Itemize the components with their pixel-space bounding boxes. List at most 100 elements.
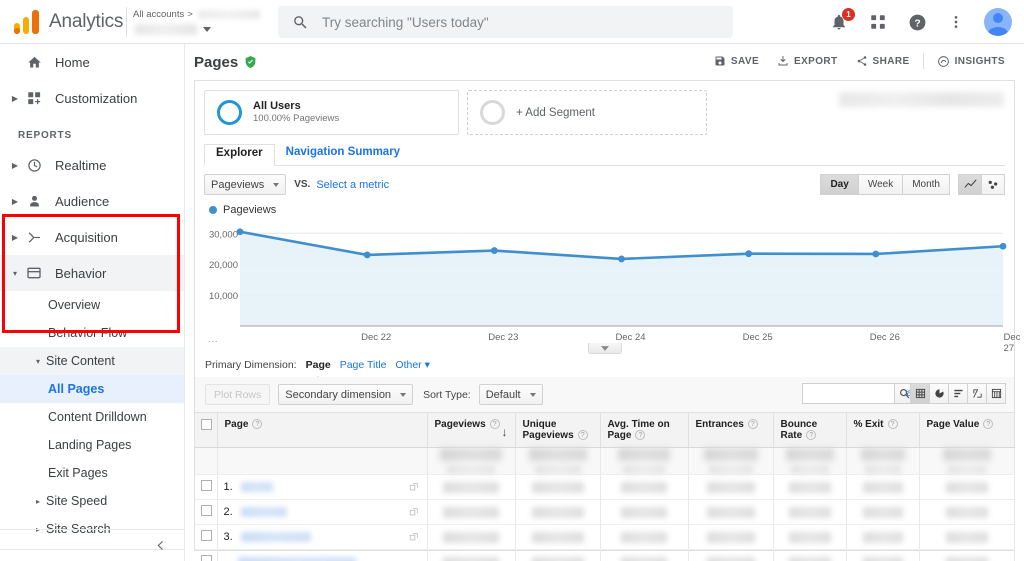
table-row[interactable]: 1. [195, 474, 1015, 500]
pivot-view-icon[interactable] [986, 383, 1006, 404]
tab-explorer[interactable]: Explorer [204, 144, 275, 166]
date-range-redacted[interactable] [839, 92, 1004, 107]
avatar[interactable] [984, 8, 1012, 36]
shield-check-icon [245, 56, 256, 68]
column-header-unique-pageviews[interactable]: Unique Pageviews? [515, 413, 601, 448]
granularity-day[interactable]: Day [820, 174, 859, 195]
sidebar-collapse-button[interactable] [0, 529, 184, 561]
pageviews-line-chart[interactable]: 10,000 20,000 30,000 [204, 218, 1007, 330]
sidebar-item-behavior-flow[interactable]: Behavior Flow [0, 319, 184, 347]
segment-all-users[interactable]: All Users 100.00% Pageviews [204, 90, 459, 135]
help-icon[interactable]: ? [906, 11, 928, 33]
scatter-plot-icon[interactable] [981, 174, 1005, 195]
all-accounts-label: All accounts [133, 8, 185, 20]
insights-button[interactable]: INSIGHTS [928, 55, 1014, 68]
analytics-logo[interactable]: Analytics [0, 9, 126, 34]
primary-dimension-page-title[interactable]: Page Title [340, 359, 387, 371]
help-icon[interactable]: ? [983, 419, 994, 430]
metric-dropdown[interactable]: Pageviews [204, 174, 287, 195]
row-unique-pageviews-cell [515, 474, 601, 500]
help-icon[interactable]: ? [887, 419, 898, 430]
help-icon[interactable]: ? [806, 430, 817, 441]
export-button[interactable]: EXPORT [768, 55, 847, 67]
column-header-entrances[interactable]: Entrances? [688, 413, 774, 448]
table-header-row: Page? Pageviews? ↓ Unique Pageviews? Avg… [195, 413, 1015, 448]
line-chart-icon[interactable] [958, 174, 982, 195]
row-checkbox[interactable] [201, 555, 212, 561]
sidebar-item-all-pages[interactable]: All Pages [0, 375, 184, 403]
sidebar-item-behavior[interactable]: ▾ Behavior [0, 255, 184, 291]
external-link-icon[interactable] [409, 507, 419, 517]
table-search-input[interactable] [802, 383, 894, 404]
row-entrances-cell [688, 499, 774, 525]
sidebar-item-overview[interactable]: Overview [0, 291, 184, 319]
sidebar-item-audience[interactable]: ▶ Audience [0, 183, 184, 219]
help-icon[interactable]: ? [489, 419, 500, 430]
granularity-week[interactable]: Week [857, 174, 904, 195]
row-checkbox[interactable] [201, 480, 212, 491]
sidebar-item-realtime[interactable]: ▶ Realtime [0, 147, 184, 183]
column-header-percent-exit[interactable]: % Exit? [846, 413, 920, 448]
sidebar-item-acquisition[interactable]: ▶ Acquisition [0, 219, 184, 255]
row-page-cell[interactable]: 2. [217, 499, 428, 525]
sidebar-item-exit-pages[interactable]: Exit Pages [0, 459, 184, 487]
summary-bounce-rate-cell [773, 447, 847, 475]
column-header-page-value[interactable]: Page Value? [919, 413, 1015, 448]
chevron-down-icon[interactable] [203, 26, 211, 32]
row-checkbox[interactable] [201, 505, 212, 516]
sidebar-group-site-speed[interactable]: ▸ Site Speed [0, 487, 184, 515]
table-row[interactable] [195, 549, 1015, 561]
page-path-redacted[interactable] [240, 482, 273, 493]
sidebar-item-customization[interactable]: ▶ Customization [0, 80, 184, 116]
apps-grid-icon[interactable] [867, 11, 889, 33]
bar-chart-view-icon[interactable] [948, 383, 968, 404]
sidebar-item-label: Audience [55, 193, 110, 209]
row-checkbox[interactable] [201, 530, 212, 541]
performance-view-icon[interactable] [967, 383, 987, 404]
more-vert-icon[interactable] [945, 11, 967, 33]
sidebar-item-content-drilldown[interactable]: Content Drilldown [0, 403, 184, 431]
save-button[interactable]: SAVE [705, 55, 768, 67]
sort-type-dropdown[interactable]: Default [478, 384, 543, 405]
analytics-bars-icon [14, 9, 40, 34]
external-link-icon[interactable] [409, 532, 419, 542]
row-page-cell[interactable]: 3. [217, 524, 428, 550]
primary-dimension-other[interactable]: Other ▾ [395, 359, 429, 371]
column-header-avg-time-on-page[interactable]: Avg. Time on Page? [600, 413, 689, 448]
page-path-redacted[interactable] [240, 532, 311, 543]
help-icon[interactable]: ? [577, 430, 588, 441]
summary-pageviews-cell [427, 447, 516, 475]
column-header-pageviews[interactable]: Pageviews? ↓ [427, 413, 516, 448]
row-bounce-rate-cell [773, 474, 847, 500]
column-header-page[interactable]: Page? [217, 413, 428, 448]
add-segment-button[interactable]: + Add Segment [467, 90, 707, 135]
chart-canvas: 10,000 20,000 30,000 [209, 224, 1007, 327]
primary-dimension-page[interactable]: Page [306, 359, 331, 380]
sidebar-item-landing-pages[interactable]: Landing Pages [0, 431, 184, 459]
external-link-icon[interactable] [409, 482, 419, 492]
row-page-cell[interactable] [217, 549, 428, 561]
share-button[interactable]: SHARE [847, 55, 919, 67]
sidebar-group-site-content[interactable]: ▾ Site Content [0, 347, 184, 375]
row-page-cell[interactable]: 1. [217, 474, 428, 500]
select-metric-link[interactable]: Select a metric [316, 179, 389, 191]
page-path-redacted[interactable] [240, 507, 287, 518]
help-icon[interactable]: ? [635, 430, 646, 441]
page-path-redacted[interactable] [237, 557, 356, 561]
help-icon[interactable]: ? [747, 419, 758, 430]
help-icon[interactable]: ? [252, 419, 263, 430]
account-selector[interactable]: All accounts > [126, 6, 261, 37]
table-row[interactable]: 3. [195, 524, 1015, 550]
search-input[interactable]: Try searching "Users today" [322, 15, 489, 30]
select-all-checkbox[interactable] [201, 419, 212, 430]
global-search-bar[interactable]: Try searching "Users today" [278, 6, 733, 38]
tab-navigation-summary[interactable]: Navigation Summary [275, 144, 411, 165]
sidebar-item-home[interactable]: Home [0, 44, 184, 80]
notifications-icon[interactable]: 1 [828, 8, 855, 33]
column-header-bounce-rate[interactable]: Bounce Rate? [773, 413, 847, 448]
table-row[interactable]: 2. [195, 499, 1015, 525]
granularity-month[interactable]: Month [902, 174, 950, 195]
table-view-icon[interactable] [910, 383, 930, 404]
secondary-dimension-dropdown[interactable]: Secondary dimension [278, 384, 414, 405]
pie-chart-view-icon[interactable] [929, 383, 949, 404]
